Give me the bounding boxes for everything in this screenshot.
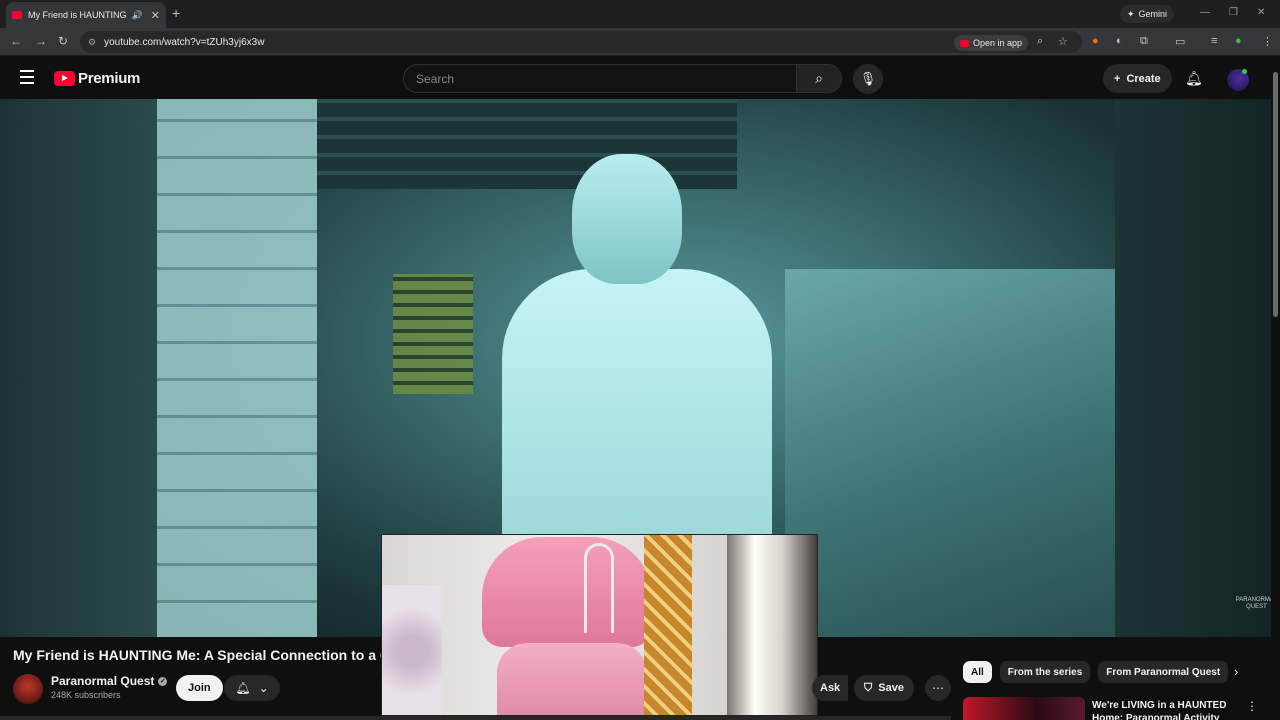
save-label: Save: [878, 682, 904, 694]
reload-icon[interactable]: ↻: [58, 34, 68, 48]
join-button[interactable]: Join: [176, 675, 223, 701]
tab-title: My Friend is HAUNTING Me: A Special Conn…: [28, 10, 128, 20]
minimize-icon[interactable]: —: [1200, 7, 1210, 18]
pink-chair-seat: [497, 643, 647, 715]
account-avatar[interactable]: [1227, 69, 1249, 91]
forward-icon[interactable]: →: [35, 34, 47, 48]
toolbar: ← → ↻ ⚙ youtube.com/watch?v=tZUh3yj6x3w: [0, 28, 1280, 56]
scrollbar-thumb[interactable]: [1273, 72, 1278, 317]
brand-text: Premium: [78, 70, 141, 87]
recommended-more-icon[interactable]: ⋮: [1246, 699, 1258, 713]
youtube-icon: [960, 39, 969, 47]
reading-list-icon[interactable]: ≡: [1211, 35, 1217, 47]
bell-icon: 🔔︎: [235, 681, 251, 695]
giraffe-plush: [644, 535, 692, 715]
browser-tab[interactable]: My Friend is HAUNTING Me: A Special Conn…: [6, 2, 166, 28]
recommended-thumbnail[interactable]: [963, 697, 1085, 720]
hamburger-menu-icon[interactable]: [20, 70, 34, 88]
zoom-icon[interactable]: ⌕: [1037, 35, 1043, 48]
chip-from-channel[interactable]: From Paranormal Quest: [1098, 661, 1229, 683]
voice-search-mic-icon[interactable]: 🎙︎: [853, 64, 883, 94]
restore-icon[interactable]: ❐: [1229, 7, 1238, 18]
ceiling-beams: [317, 99, 737, 189]
youtube-header: Premium Search ⌕ + Create 🔔︎: [0, 57, 1280, 99]
more-actions-icon[interactable]: ⋯: [925, 675, 951, 701]
speaker-icon[interactable]: 🔊: [132, 10, 143, 21]
create-label: Create: [1126, 72, 1161, 85]
new-tab-button[interactable]: +: [172, 5, 180, 21]
close-window-icon[interactable]: ✕: [1257, 7, 1265, 18]
cast-icon[interactable]: ▭: [1175, 35, 1185, 48]
channel-name: Paranormal Quest: [51, 674, 155, 688]
profile-icon[interactable]: ●: [1235, 35, 1242, 47]
search-input[interactable]: Search: [403, 64, 796, 93]
youtube-play-icon: [54, 71, 75, 86]
extension-icon[interactable]: ●: [1092, 35, 1099, 47]
window-light: [727, 535, 817, 715]
video-blur-left: [0, 99, 157, 637]
scrollbar[interactable]: [1271, 57, 1280, 720]
address-bar[interactable]: ⚙ youtube.com/watch?v=tZUh3yj6x3w: [80, 31, 1082, 53]
back-icon[interactable]: ←: [10, 34, 22, 48]
video-blur-right: [1115, 99, 1271, 637]
create-button[interactable]: + Create: [1103, 64, 1172, 93]
sparkle-icon: ✦: [1127, 8, 1135, 19]
webcam-cloth: [382, 585, 442, 715]
chip-all[interactable]: All: [963, 661, 992, 683]
description-box-edge: [0, 716, 951, 720]
gemini-button[interactable]: ✦ Gemini: [1120, 5, 1175, 23]
channel-name-row[interactable]: Paranormal Quest ✓: [51, 674, 168, 688]
url-text: youtube.com/watch?v=tZUh3yj6x3w: [104, 36, 265, 48]
browser-window: My Friend is HAUNTING Me: A Special Conn…: [0, 0, 1280, 720]
chevron-right-icon[interactable]: ›: [1234, 664, 1238, 679]
plus-icon: +: [1114, 72, 1121, 85]
open-in-app-button[interactable]: Open in app: [954, 35, 1029, 51]
notification-settings-button[interactable]: 🔔︎ ⌄: [224, 675, 280, 701]
cardboard-boxes: [785, 269, 1115, 637]
youtube-logo[interactable]: Premium: [54, 70, 140, 87]
webcam-overlay: [381, 534, 818, 716]
notifications-bell-icon[interactable]: 🔔︎: [1185, 70, 1203, 87]
video-title: My Friend is HAUNTING Me: A Special Conn…: [13, 647, 381, 663]
save-button[interactable]: ⛉ Save: [854, 675, 914, 701]
site-info-icon[interactable]: ⚙: [88, 37, 96, 48]
tab-strip: My Friend is HAUNTING Me: A Special Conn…: [0, 0, 1280, 28]
filter-chips: All From the series From Paranormal Ques…: [963, 661, 1229, 683]
open-in-app-label: Open in app: [973, 38, 1023, 48]
extensions-puzzle-icon[interactable]: ⧉: [1140, 35, 1148, 48]
lit-staircase: [393, 274, 473, 394]
extension-shield-icon[interactable]: ◐: [1116, 35, 1123, 47]
bookmark-star-icon[interactable]: ☆: [1058, 35, 1068, 48]
chevron-down-icon: ⌄: [258, 681, 269, 695]
subscriber-count: 248K subscribers: [51, 690, 121, 700]
gemini-label: Gemini: [1138, 9, 1168, 19]
bookmark-icon: ⛉: [864, 681, 873, 694]
verified-check-icon: ✓: [158, 676, 168, 686]
brick-wall: [157, 99, 317, 637]
close-tab-icon[interactable]: ✕: [151, 9, 160, 22]
chip-from-series[interactable]: From the series: [999, 661, 1091, 683]
pink-chair-back: [482, 537, 652, 647]
search-button[interactable]: ⌕: [796, 64, 842, 93]
youtube-favicon-icon: [12, 11, 22, 19]
ask-button[interactable]: Ask: [812, 675, 849, 701]
headphones: [584, 543, 614, 633]
menu-kebab-icon[interactable]: ⋮: [1262, 35, 1273, 48]
recommended-title[interactable]: We're LIVING in a HAUNTED Home: Paranorm…: [1092, 699, 1232, 720]
channel-avatar[interactable]: [13, 674, 43, 704]
person-head: [572, 154, 682, 284]
search-icon: ⌕: [815, 70, 823, 86]
